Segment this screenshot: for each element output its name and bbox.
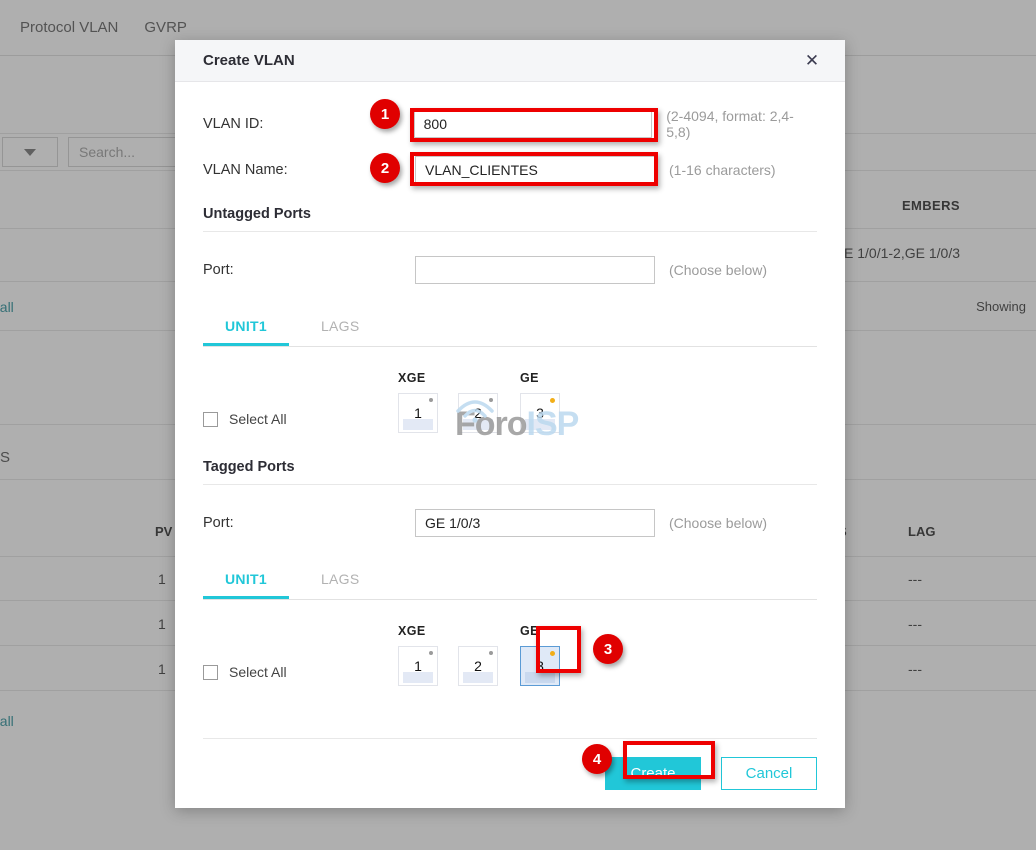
port-stub-icon — [403, 419, 433, 430]
untagged-select-all-label: Select All — [229, 411, 287, 427]
port-led-icon — [489, 651, 493, 655]
cancel-button[interactable]: Cancel — [721, 757, 817, 790]
port-led-icon — [429, 398, 433, 402]
tagged-tab-lags[interactable]: LAGS — [299, 565, 382, 599]
annotation-box-create-button — [623, 741, 715, 779]
tagged-port-picker: Select All XGE 1 2 GE 3 — [203, 600, 817, 686]
untagged-tabs: UNIT1 LAGS — [203, 312, 817, 347]
untagged-group-ge: GE 3 — [520, 371, 560, 433]
dialog-footer: Create Cancel — [175, 739, 845, 790]
tagged-tab-unit1[interactable]: UNIT1 — [203, 565, 289, 599]
port-stub-icon — [463, 419, 493, 430]
annotation-box-vlan-name — [410, 152, 658, 186]
page-title: Create VLAN — [203, 52, 295, 69]
tagged-group-xge-label: XGE — [398, 624, 426, 638]
port-stub-icon — [525, 672, 555, 683]
untagged-port-input[interactable] — [415, 256, 655, 284]
port-stub-icon — [403, 672, 433, 683]
port-stub-icon — [463, 672, 493, 683]
port-stub-icon — [525, 419, 555, 430]
untagged-port-groups: XGE 1 2 GE 3 — [398, 371, 582, 433]
tagged-port-input[interactable] — [415, 509, 655, 537]
port-led-icon — [489, 398, 493, 402]
dialog-body: VLAN ID: (2-4094, format: 2,4-5,8) VLAN … — [175, 102, 845, 686]
tagged-group-xge: XGE 1 2 — [398, 624, 498, 686]
untagged-ports-section-title: Untagged Ports — [203, 206, 817, 232]
annotation-badge-3: 3 — [593, 634, 623, 664]
untagged-port-ge-3[interactable]: 3 — [520, 393, 560, 433]
untagged-port-xge-2[interactable]: 2 — [458, 393, 498, 433]
dialog-header: Create VLAN ✕ — [175, 40, 845, 82]
untagged-group-ge-label: GE — [520, 371, 539, 385]
tagged-tabs: UNIT1 LAGS — [203, 565, 817, 600]
untagged-tab-lags[interactable]: LAGS — [299, 312, 382, 346]
tagged-port-label: Port: — [203, 515, 234, 531]
untagged-select-all-checkbox[interactable] — [203, 411, 218, 427]
tagged-ports-section-title: Tagged Ports — [203, 459, 817, 485]
tagged-port-xge-2[interactable]: 2 — [458, 646, 498, 686]
untagged-group-xge: XGE 1 2 — [398, 371, 498, 433]
untagged-port-xge-1[interactable]: 1 — [398, 393, 438, 433]
untagged-group-xge-label: XGE — [398, 371, 426, 385]
tagged-port-hint: (Choose below) — [669, 515, 768, 531]
untagged-port-label: Port: — [203, 262, 234, 278]
untagged-port-row: Port: (Choose below) — [203, 248, 817, 292]
close-icon[interactable]: ✕ — [801, 50, 823, 72]
untagged-port-picker: Select All XGE 1 2 GE 3 — [203, 347, 817, 433]
port-led-icon — [429, 651, 433, 655]
annotation-box-tagged-port-3 — [536, 626, 581, 673]
annotation-badge-1: 1 — [370, 99, 400, 129]
untagged-select-all[interactable]: Select All — [203, 371, 398, 427]
tagged-port-row: Port: (Choose below) — [203, 501, 817, 545]
annotation-badge-4: 4 — [582, 744, 612, 774]
tagged-select-all-checkbox[interactable] — [203, 664, 218, 680]
port-led-icon — [550, 398, 555, 403]
untagged-port-hint: (Choose below) — [669, 262, 768, 278]
tagged-port-xge-1[interactable]: 1 — [398, 646, 438, 686]
tagged-select-all[interactable]: Select All — [203, 624, 398, 680]
untagged-tab-unit1[interactable]: UNIT1 — [203, 312, 289, 346]
vlan-id-hint: (2-4094, format: 2,4-5,8) — [666, 108, 794, 140]
annotation-badge-2: 2 — [370, 153, 400, 183]
tagged-select-all-label: Select All — [229, 664, 287, 680]
vlan-name-hint: (1-16 characters) — [669, 162, 776, 178]
annotation-box-vlan-id — [410, 108, 658, 142]
